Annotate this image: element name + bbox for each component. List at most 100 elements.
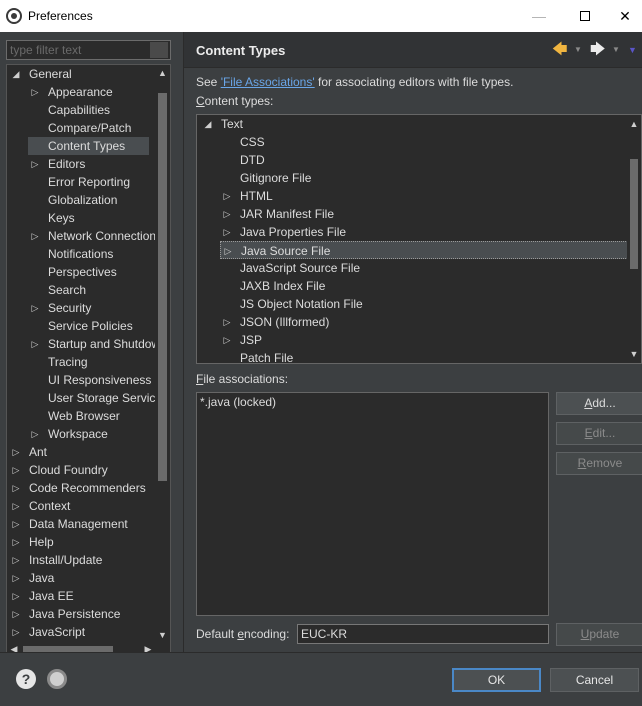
content-type-item-patch-file[interactable]: Patch File — [197, 349, 641, 363]
expand-icon[interactable]: ▷ — [11, 497, 21, 515]
expand-icon[interactable]: ▷ — [11, 515, 21, 533]
expand-icon[interactable]: ▷ — [222, 313, 232, 331]
tree-item-java[interactable]: ▷ Java — [7, 569, 157, 587]
tree-scroll-thumb[interactable] — [158, 93, 167, 481]
content-type-item-java-source-file[interactable]: ▷ Java Source File — [220, 241, 641, 260]
tree-item-startup-and-shutdown[interactable]: ▷ Startup and Shutdown — [7, 335, 157, 353]
content-type-item-javascript-source-file[interactable]: JavaScript Source File — [197, 259, 641, 277]
content-types-scrollbar[interactable]: ▲ ▼ — [627, 115, 641, 363]
tree-item-help[interactable]: ▷ Help — [7, 533, 157, 551]
cancel-button[interactable]: Cancel — [550, 668, 639, 692]
tree-item-keys[interactable]: Keys — [7, 209, 157, 227]
expand-icon[interactable]: ▷ — [11, 623, 21, 641]
expand-icon[interactable]: ▷ — [30, 227, 40, 245]
tree-item-ant[interactable]: ▷ Ant — [7, 443, 157, 461]
content-type-item-gitignore-file[interactable]: Gitignore File — [197, 169, 641, 187]
filter-input[interactable] — [6, 40, 171, 60]
tree-item-content-types[interactable]: Content Types — [28, 137, 149, 155]
preferences-tree[interactable]: ◢ General ▷ Appearance Capabilities Compare/P… — [6, 64, 171, 658]
content-type-item-dtd[interactable]: DTD — [197, 151, 641, 169]
file-associations-list[interactable]: *.java (locked) — [196, 392, 549, 616]
expand-icon[interactable]: ▷ — [11, 551, 21, 569]
tree-item-ui-responsiveness-monitoring[interactable]: UI Responsiveness Monitoring — [7, 371, 157, 389]
close-button[interactable]: ✕ — [608, 0, 642, 32]
tree-item-cloud-foundry[interactable]: ▷ Cloud Foundry — [7, 461, 157, 479]
forward-history-dropdown-icon[interactable]: ▼ — [612, 40, 620, 60]
content-type-item-html[interactable]: ▷ HTML — [197, 187, 641, 205]
content-type-item-jaxb-index-file[interactable]: JAXB Index File — [197, 277, 641, 295]
expand-icon[interactable]: ▷ — [222, 331, 232, 349]
tree-item-user-storage-service[interactable]: User Storage Service — [7, 389, 157, 407]
expand-icon[interactable]: ▷ — [30, 155, 40, 173]
expand-icon[interactable]: ▷ — [222, 223, 232, 241]
minimize-button[interactable]: — — [516, 0, 562, 32]
expand-icon[interactable]: ▷ — [30, 335, 40, 353]
tree-item-java-persistence[interactable]: ▷ Java Persistence — [7, 605, 157, 623]
tree-item-appearance[interactable]: ▷ Appearance — [7, 83, 157, 101]
add-button[interactable]: Add... — [556, 392, 642, 415]
expand-icon[interactable]: ▷ — [30, 299, 40, 317]
content-type-item-text[interactable]: ◢ Text — [197, 115, 641, 133]
default-encoding-input[interactable]: EUC-KR — [297, 624, 549, 644]
expand-icon[interactable]: ▷ — [11, 461, 21, 479]
file-association-item[interactable]: *.java (locked) — [200, 395, 276, 409]
maximize-button[interactable] — [562, 0, 608, 32]
tree-item-editors[interactable]: ▷ Editors — [7, 155, 157, 173]
expand-icon[interactable]: ▷ — [11, 605, 21, 623]
tree-vertical-scrollbar[interactable]: ▲ ▼ — [155, 65, 170, 643]
tree-item-error-reporting[interactable]: Error Reporting — [7, 173, 157, 191]
content-types-scroll-thumb[interactable] — [630, 159, 638, 269]
filter-clear-button[interactable] — [150, 42, 168, 58]
tree-item-security[interactable]: ▷ Security — [7, 299, 157, 317]
expand-icon[interactable]: ▷ — [222, 187, 232, 205]
back-history-dropdown-icon[interactable]: ▼ — [574, 40, 582, 60]
tree-item-capabilities[interactable]: Capabilities — [7, 101, 157, 119]
expand-icon[interactable]: ▷ — [11, 443, 21, 461]
scroll-up-icon[interactable]: ▲ — [155, 65, 170, 81]
tree-item-compare-patch[interactable]: Compare/Patch — [7, 119, 157, 137]
content-type-item-css[interactable]: CSS — [197, 133, 641, 151]
view-menu-icon[interactable]: ▼ — [628, 40, 637, 60]
content-type-item-js-object-notation-file[interactable]: JS Object Notation File — [197, 295, 641, 313]
scroll-down-icon[interactable]: ▼ — [627, 347, 641, 361]
preferences-import-icon[interactable] — [47, 669, 67, 689]
tree-item-perspectives[interactable]: Perspectives — [7, 263, 157, 281]
tree-item-tracing[interactable]: Tracing — [7, 353, 157, 371]
tree-item-globalization[interactable]: Globalization — [7, 191, 157, 209]
edit-button[interactable]: Edit... — [556, 422, 642, 445]
arrow-left-icon[interactable]: 🡄 — [552, 40, 568, 60]
expand-icon[interactable]: ▷ — [223, 242, 233, 260]
scroll-down-icon[interactable]: ▼ — [155, 627, 170, 643]
tree-item-workspace[interactable]: ▷ Workspace — [7, 425, 157, 443]
content-type-item-java-properties-file[interactable]: ▷ Java Properties File — [197, 223, 641, 241]
content-type-item-jsp[interactable]: ▷ JSP — [197, 331, 641, 349]
update-button[interactable]: Update — [556, 623, 642, 646]
collapse-icon[interactable]: ◢ — [11, 65, 21, 83]
tree-item-data-management[interactable]: ▷ Data Management — [7, 515, 157, 533]
expand-icon[interactable]: ▷ — [11, 479, 21, 497]
expand-icon[interactable]: ▷ — [30, 83, 40, 101]
tree-item-service-policies[interactable]: Service Policies — [7, 317, 157, 335]
tree-item-search[interactable]: Search — [7, 281, 157, 299]
content-type-item-json-illformed[interactable]: ▷ JSON (Illformed) — [197, 313, 641, 331]
help-icon[interactable]: ? — [16, 669, 36, 689]
tree-item-notifications[interactable]: Notifications — [7, 245, 157, 263]
tree-item-code-recommenders[interactable]: ▷ Code Recommenders — [7, 479, 157, 497]
tree-item-context[interactable]: ▷ Context — [7, 497, 157, 515]
expand-icon[interactable]: ▷ — [222, 205, 232, 223]
content-types-tree[interactable]: ◢ Text CSS DTD Gitignore File ▷ HTML ▷ JAR Manif… — [196, 114, 642, 364]
tree-item-javascript[interactable]: ▷ JavaScript — [7, 623, 157, 641]
expand-icon[interactable]: ▷ — [11, 587, 21, 605]
scroll-up-icon[interactable]: ▲ — [627, 117, 641, 131]
tree-item-java-ee[interactable]: ▷ Java EE — [7, 587, 157, 605]
tree-item-install-update[interactable]: ▷ Install/Update — [7, 551, 157, 569]
expand-icon[interactable]: ▷ — [11, 569, 21, 587]
file-associations-link[interactable]: 'File Associations' — [221, 75, 315, 89]
tree-item-web-browser[interactable]: Web Browser — [7, 407, 157, 425]
content-type-item-jar-manifest-file[interactable]: ▷ JAR Manifest File — [197, 205, 641, 223]
tree-item-general[interactable]: ◢ General — [7, 65, 157, 83]
expand-icon[interactable]: ▷ — [30, 425, 40, 443]
arrow-right-icon[interactable]: 🡆 — [590, 40, 606, 60]
remove-button[interactable]: Remove — [556, 452, 642, 475]
collapse-icon[interactable]: ◢ — [203, 115, 213, 133]
